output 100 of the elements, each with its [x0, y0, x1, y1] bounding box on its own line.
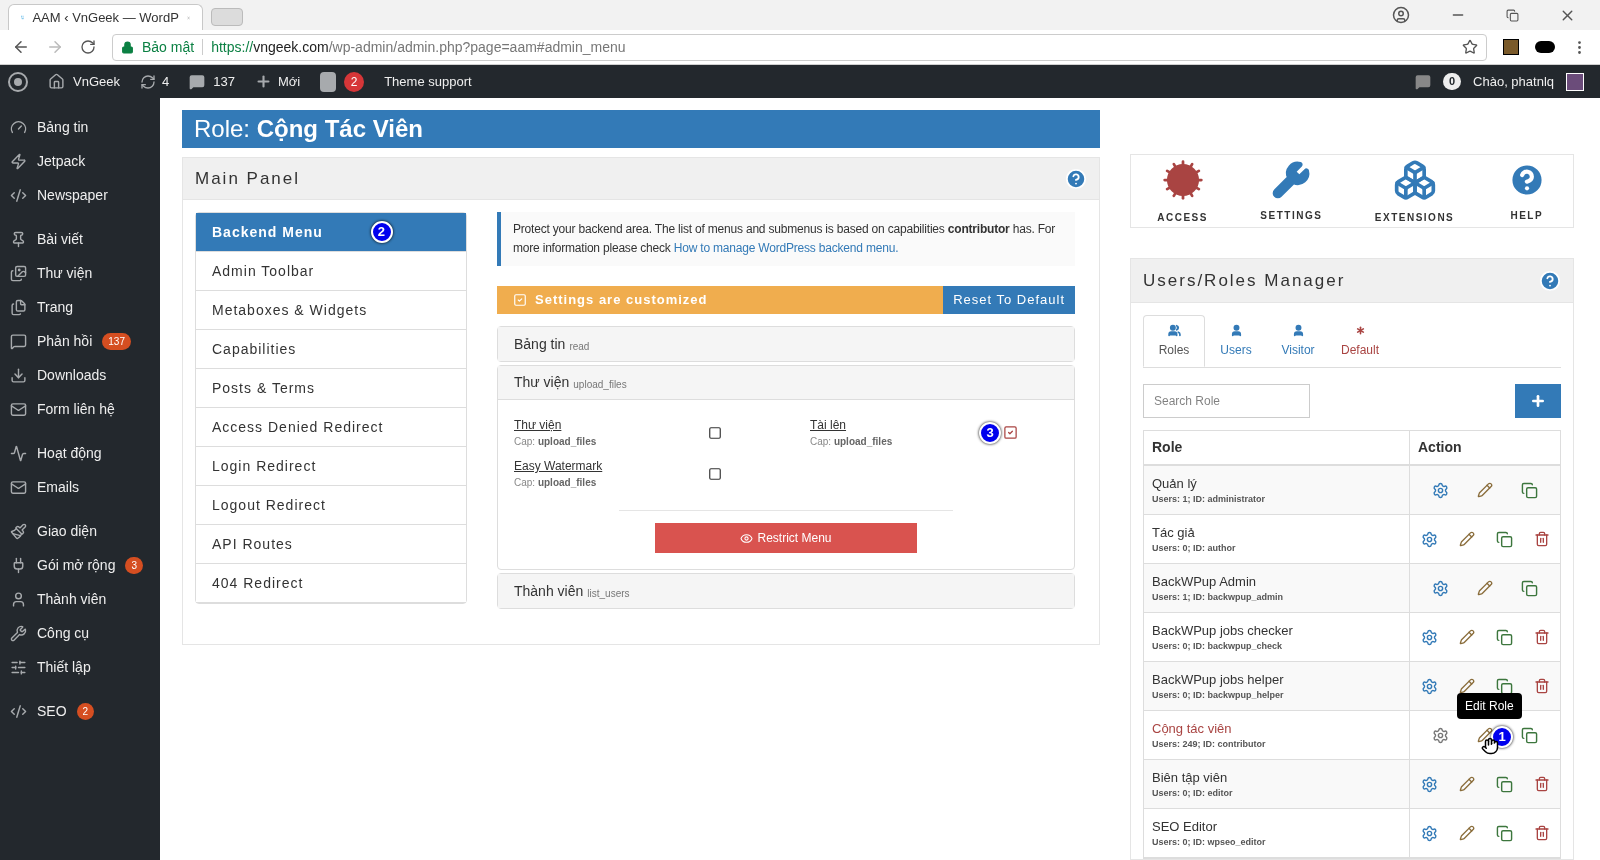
restrict-menu-button[interactable]: Restrict Menu [655, 523, 917, 553]
address-bar[interactable]: Bảo mật https://vngeek.com/wp-admin/admin.php?page=aam#admin_menu [112, 33, 1487, 61]
greeting-link[interactable]: Chào, phatnlq [1473, 71, 1554, 92]
code-icon[interactable] [10, 186, 27, 204]
user-icon[interactable] [10, 590, 27, 608]
sliders-icon[interactable] [10, 658, 27, 676]
notification-count[interactable]: 0 [1442, 73, 1462, 90]
manager-tab[interactable]: Roles [1143, 315, 1205, 367]
sidebar-item[interactable]: Jetpack [37, 150, 86, 172]
profile-icon[interactable] [1392, 6, 1410, 24]
settings-icon[interactable] [1432, 579, 1449, 597]
wordpress-logo-icon[interactable] [8, 71, 28, 92]
sidebar-item[interactable]: Gói mở rộng [37, 554, 116, 576]
delete-icon[interactable] [1533, 825, 1550, 841]
pages-icon[interactable] [10, 298, 27, 316]
sidebar-item[interactable]: Downloads [37, 364, 107, 386]
restore-icon[interactable] [1506, 8, 1519, 22]
delete-icon[interactable] [1533, 531, 1550, 547]
sidebar-item[interactable]: Thư viện [37, 262, 93, 284]
updates-count[interactable]: 4 [162, 71, 170, 92]
media-icon[interactable] [10, 264, 27, 282]
panel-menu-item[interactable]: Backend Menu 2 [196, 213, 466, 252]
help-icon[interactable] [1539, 269, 1561, 292]
sidebar-item[interactable]: Newspaper [37, 184, 108, 206]
sidebar-item[interactable]: Form liên hệ [37, 398, 115, 420]
sidebar-item[interactable]: Công cụ [37, 622, 90, 644]
sidebar-item[interactable]: Giao diện [37, 520, 97, 542]
activity-icon[interactable] [10, 444, 27, 462]
lightning-icon[interactable] [10, 152, 27, 170]
help-link[interactable]: How to manage WordPress backend menu. [673, 241, 899, 255]
sidebar-item[interactable]: Hoạt động [37, 442, 102, 464]
mail-icon[interactable] [10, 478, 27, 496]
wrench-icon[interactable] [10, 624, 27, 642]
comments-count[interactable]: 137 [213, 71, 235, 92]
sidebar-item[interactable]: Emails [37, 476, 79, 498]
manager-tab[interactable]: Users [1205, 315, 1267, 367]
settings-icon[interactable] [1420, 530, 1438, 548]
comment-icon[interactable] [10, 332, 27, 350]
reload-icon[interactable] [80, 39, 96, 55]
seo-icon[interactable] [10, 702, 27, 720]
avatar[interactable] [1566, 72, 1584, 91]
delete-icon[interactable] [1533, 678, 1550, 694]
notification-icon[interactable] [1414, 73, 1431, 90]
sidebar-item[interactable]: Thiết lập [37, 656, 91, 678]
menu-link[interactable]: Thư viện [514, 416, 708, 434]
reset-button[interactable]: Reset To Default [943, 286, 1075, 314]
feature-label[interactable]: EXTENSIONS [1374, 209, 1455, 225]
bookmark-star-icon[interactable] [1462, 39, 1478, 55]
manager-tab[interactable]: Visitor [1267, 315, 1329, 367]
section-title[interactable]: Thư viện [514, 372, 570, 393]
download-icon[interactable] [10, 366, 27, 384]
back-icon[interactable] [12, 38, 30, 56]
plus-icon[interactable] [254, 73, 272, 90]
new-link[interactable]: Mới [277, 71, 301, 92]
add-role-button[interactable] [1515, 384, 1561, 418]
settings-icon[interactable] [1432, 481, 1449, 499]
sidebar-item[interactable]: SEO [37, 700, 67, 722]
settings-icon[interactable] [1420, 775, 1438, 793]
sidebar-item[interactable]: Bài viết [37, 228, 83, 250]
gears-icon[interactable] [1160, 157, 1205, 202]
delete-icon[interactable] [1533, 776, 1550, 792]
clone-icon[interactable] [1495, 677, 1513, 695]
settings-icon[interactable] [1432, 726, 1449, 744]
feature-label[interactable]: ACCESS [1157, 209, 1208, 225]
delete-icon[interactable] [1533, 629, 1550, 645]
visitor-icon[interactable] [1291, 323, 1305, 337]
settings-icon[interactable] [1420, 824, 1438, 842]
dashboard-icon[interactable] [10, 118, 27, 136]
feature-label[interactable]: HELP [1510, 207, 1544, 223]
manager-tab[interactable]: Default [1329, 315, 1391, 367]
wrench-icon[interactable] [1271, 159, 1312, 200]
search-role-field[interactable]: Search Role [1143, 384, 1310, 418]
feature-label[interactable]: SETTINGS [1260, 207, 1323, 223]
site-name-link[interactable]: VnGeek [73, 71, 120, 92]
browser-tab[interactable]: AAM ‹ VnGeek — WordP [8, 4, 203, 30]
settings-icon[interactable] [1420, 628, 1438, 646]
theme-support-link[interactable]: Theme support [384, 71, 472, 92]
user-icon[interactable] [1229, 323, 1243, 337]
sidebar-item[interactable]: Bảng tin [37, 116, 89, 138]
mail-icon[interactable] [10, 400, 27, 418]
sidebar-item[interactable]: Thành viên [37, 588, 107, 610]
extension-icon[interactable] [1503, 39, 1519, 55]
checkbox[interactable] [708, 425, 722, 440]
home-icon[interactable] [48, 73, 65, 90]
brush-icon[interactable] [10, 522, 27, 540]
menu-link[interactable]: Tài lên [810, 416, 979, 434]
users-icon[interactable] [1167, 323, 1181, 337]
pin-icon[interactable] [10, 230, 27, 248]
help-icon[interactable] [1065, 167, 1087, 190]
updates-icon[interactable] [140, 73, 156, 90]
section-title[interactable]: Bảng tin [514, 333, 566, 355]
settings-icon[interactable] [1420, 677, 1438, 695]
edit-icon[interactable] [1458, 678, 1475, 694]
checkbox[interactable] [708, 466, 722, 481]
edit-icon[interactable] [1477, 727, 1493, 743]
cubes-icon[interactable] [1392, 157, 1437, 202]
menu-link[interactable]: Easy Watermark [514, 457, 708, 475]
sidebar-item[interactable]: Trang [37, 296, 74, 318]
comment-icon[interactable] [189, 73, 206, 90]
section-title[interactable]: Thành viên [514, 580, 584, 602]
